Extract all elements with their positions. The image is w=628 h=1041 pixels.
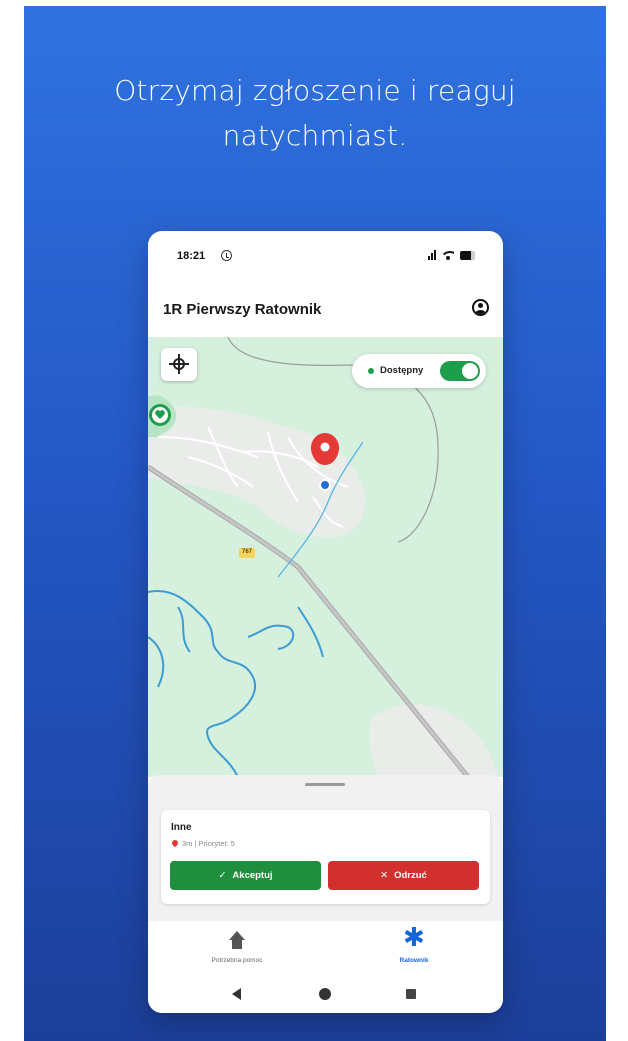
account-circle-icon[interactable]	[472, 299, 489, 316]
nav-item-rescuer[interactable]: ✱ Ratownik	[325, 921, 503, 975]
promo-background: Otrzymaj zgłoszenie i reaguj natychmiast…	[24, 6, 606, 1041]
my-location-button[interactable]	[161, 348, 197, 381]
location-pin-icon	[170, 838, 180, 848]
status-dot-icon	[368, 368, 374, 374]
reject-button[interactable]: ✕ Odrzuć	[328, 861, 479, 890]
bottom-sheet: Inne 3m | Priorytet: 5 ✓ Akceptuj ✕ Odrz…	[148, 775, 503, 921]
nav-label-help-needed: Potrzebna pomoc	[211, 957, 263, 964]
accept-label: Akceptuj	[232, 870, 273, 881]
headline-line-2: natychmiast.	[222, 119, 408, 152]
app-bar: 1R Pierwszy Ratownik	[148, 289, 503, 329]
status-time: 18:21	[177, 250, 206, 262]
signal-icon	[428, 249, 436, 260]
bottom-navigation: Potrzebna pomoc ✱ Ratownik	[148, 921, 503, 975]
check-icon: ✓	[218, 870, 227, 881]
headline-line-1: Otrzymaj zgłoszenie i reaguj	[114, 74, 516, 107]
availability-switch[interactable]	[440, 361, 480, 381]
alarm-icon	[221, 250, 232, 261]
availability-toggle-pill[interactable]: Dostępny	[352, 354, 486, 388]
recents-icon[interactable]	[406, 989, 416, 999]
incident-meta: 3m | Priorytet: 5	[182, 839, 235, 848]
app-title: 1R Pierwszy Ratownik	[163, 301, 322, 318]
availability-label: Dostępny	[380, 365, 424, 376]
map-canvas	[148, 337, 498, 777]
home-circle-icon[interactable]	[319, 988, 331, 1000]
urban-area	[369, 704, 498, 777]
phone-screen: 18:21 1R Pierwszy Ratownik 767 Dostępny …	[148, 231, 503, 1013]
nav-item-help-needed[interactable]: Potrzebna pomoc	[148, 921, 326, 975]
sheet-drag-handle[interactable]	[305, 783, 345, 786]
wifi-icon	[442, 250, 454, 260]
close-icon: ✕	[380, 870, 389, 881]
road-number: 767	[242, 549, 253, 555]
back-icon[interactable]	[232, 988, 241, 1000]
accept-button[interactable]: ✓ Akceptuj	[170, 861, 321, 890]
river	[148, 590, 324, 777]
promo-headline: Otrzymaj zgłoszenie i reaguj natychmiast…	[24, 68, 606, 158]
status-bar: 18:21	[148, 231, 503, 281]
asterisk-icon: ✱	[403, 923, 425, 953]
home-icon	[227, 931, 247, 951]
favorite-marker	[149, 404, 171, 426]
map-view[interactable]: 767	[148, 337, 503, 777]
crosshair-icon	[169, 354, 189, 374]
incident-title: Inne	[171, 822, 192, 833]
battery-icon	[460, 251, 475, 260]
nav-label-rescuer: Ratownik	[399, 957, 429, 964]
reject-label: Odrzuć	[394, 870, 427, 881]
system-navigation-bar	[148, 975, 503, 1013]
urban-area	[148, 406, 366, 538]
user-location-dot	[319, 479, 331, 491]
incident-card: Inne 3m | Priorytet: 5 ✓ Akceptuj ✕ Odrz…	[161, 810, 490, 904]
